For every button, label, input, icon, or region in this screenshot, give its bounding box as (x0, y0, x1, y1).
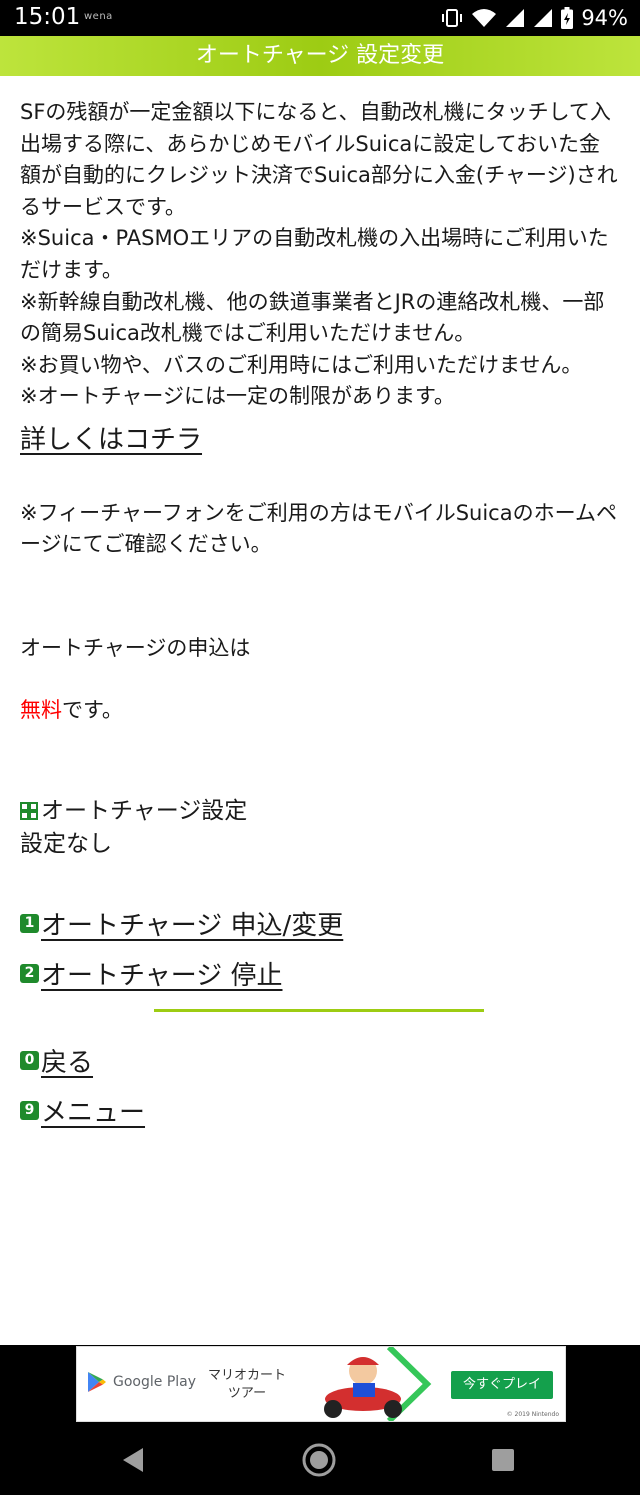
autocharge-apply-change-label: オートチャージ 申込/変更 (41, 911, 344, 942)
divider (154, 1008, 484, 1012)
action-menu: 1 オートチャージ 申込/変更 2 オートチャージ 停止 (20, 899, 620, 999)
apply-note-line1: オートチャージの申込は (20, 635, 251, 660)
ad-banner-bar: Google Play マリオカート ツアー 今すぐプレイ © 2019 Nin… (0, 1345, 640, 1425)
wifi-icon (472, 9, 497, 27)
battery-percent: 94% (581, 6, 628, 30)
back-triangle-icon[interactable] (115, 1442, 151, 1478)
kart-artwork-icon (303, 1347, 443, 1421)
battery-icon (561, 7, 574, 29)
key-1-icon: 1 (20, 914, 39, 934)
apply-note-suffix: です。 (62, 697, 123, 722)
key-2-icon: 2 (20, 964, 39, 984)
main-content: SFの残額が一定金額以下になると、自動改札機にタッチして入出場する際に、あらかじ… (20, 97, 620, 1136)
details-link[interactable]: 詳しくはコチラ (20, 419, 202, 456)
menu-link[interactable]: 9 メニュー (20, 1086, 620, 1136)
autocharge-stop-label: オートチャージ 停止 (41, 961, 283, 992)
status-icons: 94% (441, 3, 628, 33)
status-time: 15:01 (14, 4, 81, 30)
google-play-icon (88, 1372, 106, 1392)
signal-icon (506, 9, 525, 27)
store-name: Google Play (113, 1374, 197, 1390)
google-play-logo: Google Play (87, 1371, 196, 1393)
apply-note: オートチャージの申込は 無料です。 (20, 602, 620, 757)
back-label: 戻る (41, 1048, 94, 1079)
signal-icon (534, 9, 553, 27)
navigation-links: 0 戻る 9 メニュー (20, 1036, 620, 1136)
grid-icon (20, 802, 38, 821)
status-bar: 15:01 wena 94% (0, 0, 640, 36)
recents-square-icon[interactable] (485, 1442, 521, 1478)
free-label: 無料 (20, 697, 62, 722)
autocharge-apply-change-link[interactable]: 1 オートチャージ 申込/変更 (20, 899, 620, 949)
home-circle-icon[interactable] (301, 1442, 337, 1478)
setting-value: 設定なし (20, 830, 112, 857)
ad-game-title: マリオカート ツアー (207, 1368, 286, 1401)
setting-label: オートチャージ設定 (41, 797, 248, 824)
feature-phone-note: ※フィーチャーフォンをご利用の方はモバイルSuicaのホームページにてご確認くだ… (20, 500, 617, 556)
back-link[interactable]: 0 戻る (20, 1036, 620, 1086)
vibrate-icon (442, 9, 463, 27)
autocharge-stop-link[interactable]: 2 オートチャージ 停止 (20, 949, 620, 999)
key-0-icon: 0 (20, 1051, 39, 1071)
status-app-tag: wena (84, 11, 113, 22)
apply-note-line2: 無料です。 (20, 695, 620, 726)
system-nav-bar (0, 1425, 640, 1495)
autocharge-setting: オートチャージ設定 設定なし (20, 795, 620, 861)
service-description: SFの残額が一定金額以下になると、自動改札機にタッチして入出場する際に、あらかじ… (20, 100, 618, 409)
ad-banner[interactable]: Google Play マリオカート ツアー 今すぐプレイ © 2019 Nin… (76, 1346, 566, 1422)
page-title: オートチャージ 設定変更 (0, 36, 640, 76)
ad-copyright: © 2019 Nintendo (506, 1411, 559, 1418)
menu-label: メニュー (41, 1098, 146, 1129)
play-now-button[interactable]: 今すぐプレイ (451, 1371, 553, 1399)
setting-label-row: オートチャージ設定 (20, 795, 620, 828)
key-9-icon: 9 (20, 1101, 39, 1121)
